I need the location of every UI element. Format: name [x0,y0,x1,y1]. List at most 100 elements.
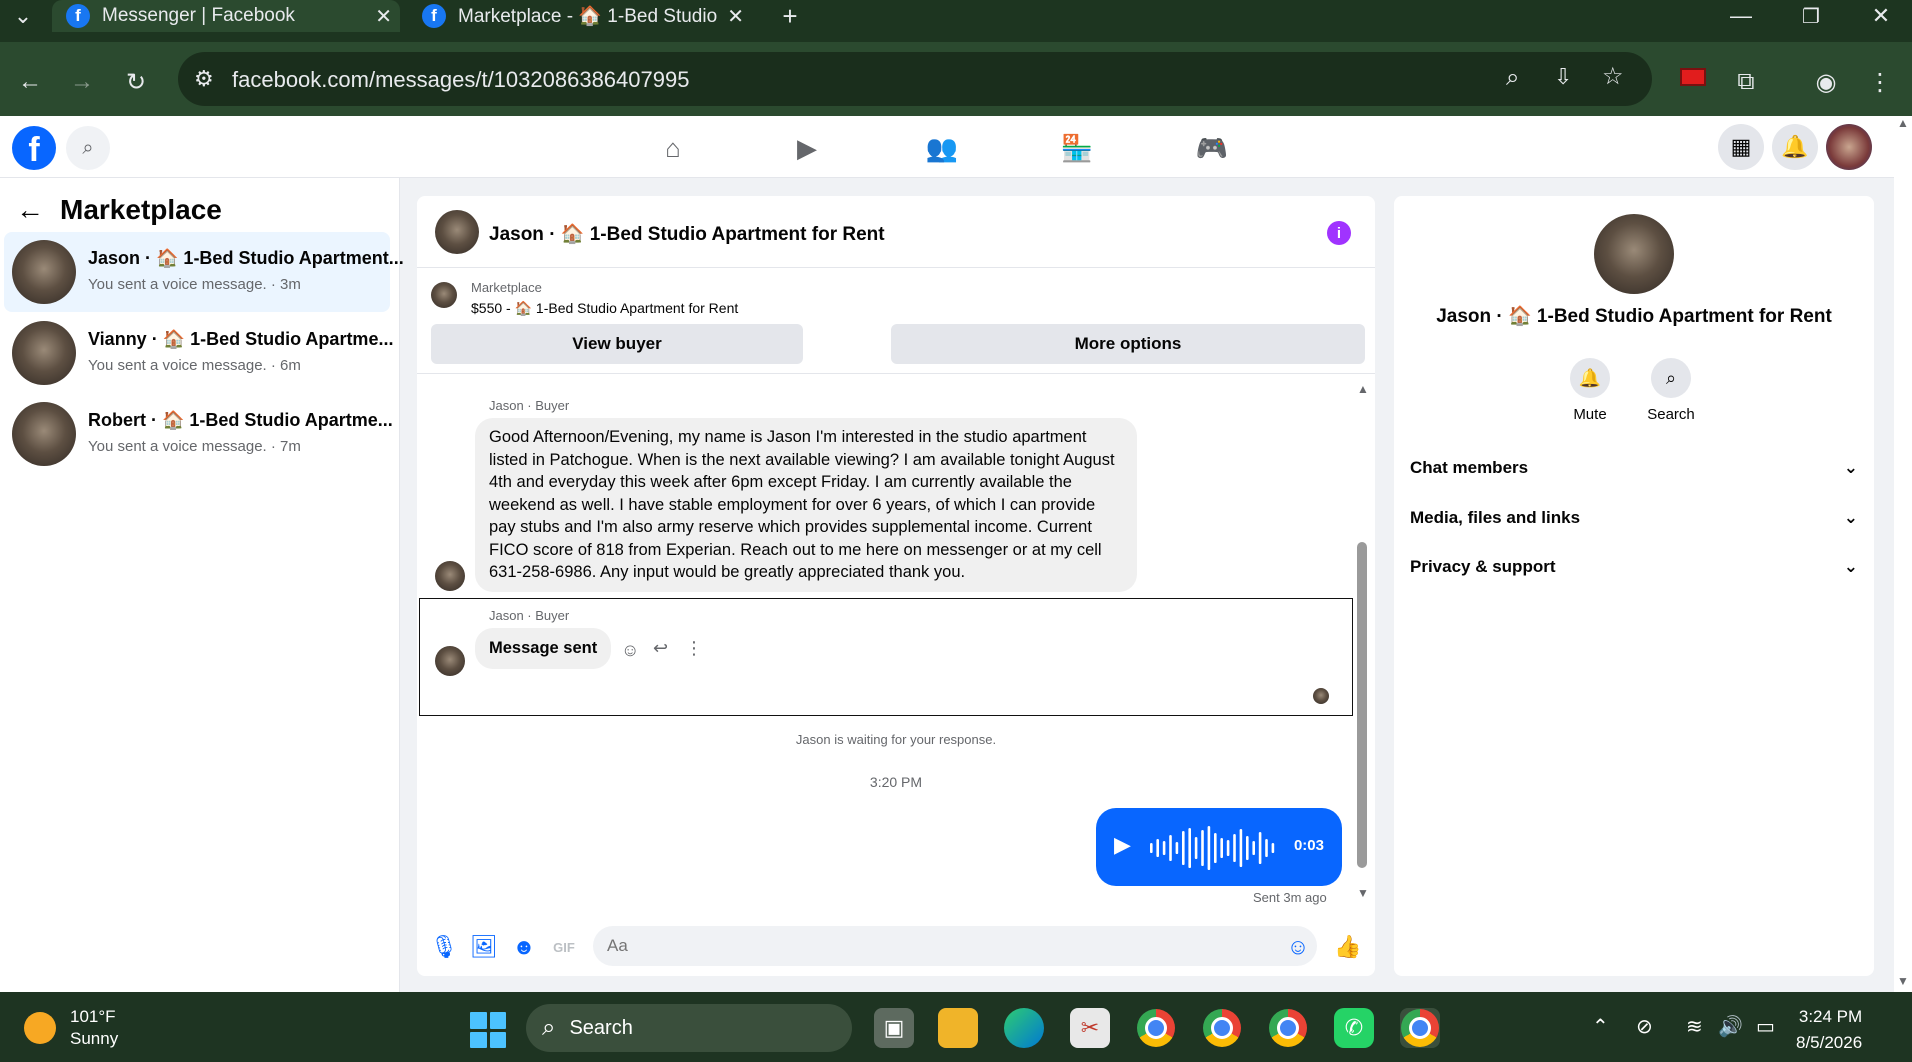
waveform-bar [1214,833,1217,863]
chrome-profile-1-icon[interactable] [1136,1008,1176,1048]
forward-arrow-icon[interactable]: → [64,64,100,100]
gif-icon[interactable]: GIF [551,934,577,960]
close-window-button[interactable]: ✕ [1846,0,1912,32]
sender-label: Jason · Buyer [489,608,570,623]
browser-tab-strip: ⌄ f Messenger | Facebook ✕ f Marketplace… [0,0,1912,42]
task-view-icon[interactable]: ▣ [874,1008,914,1048]
sender-label: Jason · Buyer [489,398,570,413]
system-clock[interactable]: 3:24 PM 8/5/2026 [1796,1004,1862,1056]
contact-avatar[interactable] [1594,214,1674,294]
seen-avatar [1313,688,1329,704]
panel-title-text: Marketplace [60,194,222,225]
menu-grid-icon[interactable]: ▦ [1718,124,1764,170]
message-bubble[interactable]: Good Afternoon/Evening, my name is Jason… [475,418,1137,592]
conversation-item-robert[interactable]: Robert · 🏠 1-Bed Studio Apartme... You s… [4,394,393,474]
message-composer: 🎙 🖼 ☻ GIF ☺ 👍 [417,918,1375,976]
snipping-tool-icon[interactable]: ✂ [1070,1008,1110,1048]
friends-icon[interactable]: 👥 [922,130,962,166]
listing-title[interactable]: $550 - 🏠 1-Bed Studio Apartment for Rent [471,300,738,317]
start-button[interactable] [470,1012,506,1048]
bookmark-star-icon[interactable]: ☆ [1602,62,1624,91]
page-scrollbar[interactable]: ▲ ▼ [1894,116,1912,992]
message-bubble[interactable]: Message sent [475,628,612,669]
whatsapp-icon[interactable]: ✆ [1334,1008,1374,1048]
profile-icon[interactable]: ◉ [1808,64,1844,100]
conversation-item-jason[interactable]: Jason · 🏠 1-Bed Studio Apartment... You … [4,232,404,312]
info-icon[interactable]: i [1327,221,1351,245]
message-input[interactable] [593,926,1317,966]
new-tab-button[interactable]: + [760,0,820,32]
like-thumb-icon[interactable]: 👍 [1334,934,1361,960]
gaming-icon[interactable]: 🎮 [1192,130,1232,166]
site-settings-icon[interactable]: ⚙ [194,66,214,92]
mute-button[interactable]: 🔔 Mute [1550,358,1630,423]
url-text[interactable]: facebook.com/messages/t/1032086386407995 [232,67,689,93]
taskbar-search[interactable]: ⌕ Search [526,1004,852,1052]
cast-extension-icon[interactable] [1680,68,1706,86]
clock-date: 8/5/2026 [1796,1033,1863,1052]
install-app-icon[interactable]: ⇩ [1554,64,1572,90]
sent-status: Sent 3m ago [1253,890,1327,905]
reply-icon[interactable]: ↩ [653,638,668,659]
back-arrow-icon[interactable]: ← [16,194,44,226]
section-media-files-links[interactable]: Media, files and links ⌄ [1410,496,1858,540]
chat-title[interactable]: Jason · 🏠 1-Bed Studio Apartment for Ren… [489,222,885,246]
react-emoji-icon[interactable]: ☺ [621,640,639,661]
chrome-profile-3-icon[interactable] [1268,1008,1308,1048]
scroll-thumb[interactable] [1357,542,1367,868]
restore-button[interactable]: ❐ [1776,0,1846,32]
edge-icon[interactable] [1004,1008,1044,1048]
waveform-bar [1239,829,1243,867]
chrome-profile-2-icon[interactable] [1202,1008,1242,1048]
tab-messenger[interactable]: f Messenger | Facebook ✕ [52,0,400,32]
close-tab-icon[interactable]: ✕ [375,4,392,29]
search-button[interactable]: ⌕ [66,126,110,170]
profile-avatar[interactable] [1826,124,1872,170]
address-bar[interactable]: ⚙ facebook.com/messages/t/10320863864079… [178,52,1652,106]
show-hidden-icons-icon[interactable]: ⌃ [1592,1014,1609,1039]
home-icon[interactable]: ⌂ [653,130,693,166]
chevron-down-icon: ⌄ [1843,458,1858,477]
play-icon[interactable]: ▶ [1114,832,1131,858]
battery-icon[interactable]: ▭ [1756,1014,1775,1039]
notifications-bell-icon[interactable]: 🔔 [1772,124,1818,170]
minimize-button[interactable]: — [1706,0,1776,32]
chrome-active-icon[interactable] [1400,1008,1440,1048]
microphone-icon[interactable]: 🎙 [430,934,458,960]
view-buyer-button[interactable]: View buyer [431,324,803,364]
scroll-down-icon[interactable]: ▼ [1357,886,1369,900]
section-privacy-support[interactable]: Privacy & support ⌄ [1410,545,1858,589]
zoom-icon[interactable]: ⌕ [1506,64,1519,92]
file-explorer-icon[interactable] [938,1008,978,1048]
scroll-up-icon[interactable]: ▲ [1897,116,1909,130]
section-chat-members[interactable]: Chat members ⌄ [1410,446,1858,490]
back-arrow-icon[interactable]: ← [12,64,48,100]
more-actions-icon[interactable]: ⋮ [685,638,703,659]
waveform-bar [1194,837,1198,859]
marketplace-icon[interactable]: 🏪 [1057,130,1097,166]
weather-widget[interactable]: 101°F Sunny [24,1006,118,1050]
voice-message[interactable]: ▶ 0:03 [1096,808,1342,886]
volume-icon[interactable]: 🔊 [1718,1014,1743,1039]
wifi-icon[interactable]: ≋ [1686,1014,1703,1039]
close-tab-icon[interactable]: ✕ [727,4,744,29]
menu-dots-icon[interactable]: ⋮ [1862,64,1898,100]
section-label: Media, files and links [1410,508,1581,527]
network-off-icon[interactable]: ⊘ [1636,1014,1653,1039]
sticker-icon[interactable]: ☻ [511,934,537,960]
scroll-up-icon[interactable]: ▲ [1357,382,1369,396]
video-icon[interactable]: ▶ [787,130,827,166]
photo-icon[interactable]: 🖼 [470,934,498,960]
more-options-button[interactable]: More options [891,324,1365,364]
avatar[interactable] [435,210,479,254]
reload-icon[interactable]: ↻ [118,64,154,100]
emoji-icon[interactable]: ☺ [1285,934,1311,960]
tab-search-button[interactable]: ⌄ [0,0,46,32]
search-in-conversation-button[interactable]: ⌕ Search [1631,358,1711,423]
tab-marketplace[interactable]: f Marketplace - 🏠 1-Bed Studio ✕ [408,0,752,32]
chat-scrollbar[interactable]: ▲ ▼ [1355,382,1371,906]
facebook-logo[interactable]: f [12,126,56,170]
scroll-down-icon[interactable]: ▼ [1897,974,1909,988]
conversation-item-vianny[interactable]: Vianny · 🏠 1-Bed Studio Apartme... You s… [4,313,393,393]
extensions-icon[interactable]: ⧉ [1728,64,1764,100]
